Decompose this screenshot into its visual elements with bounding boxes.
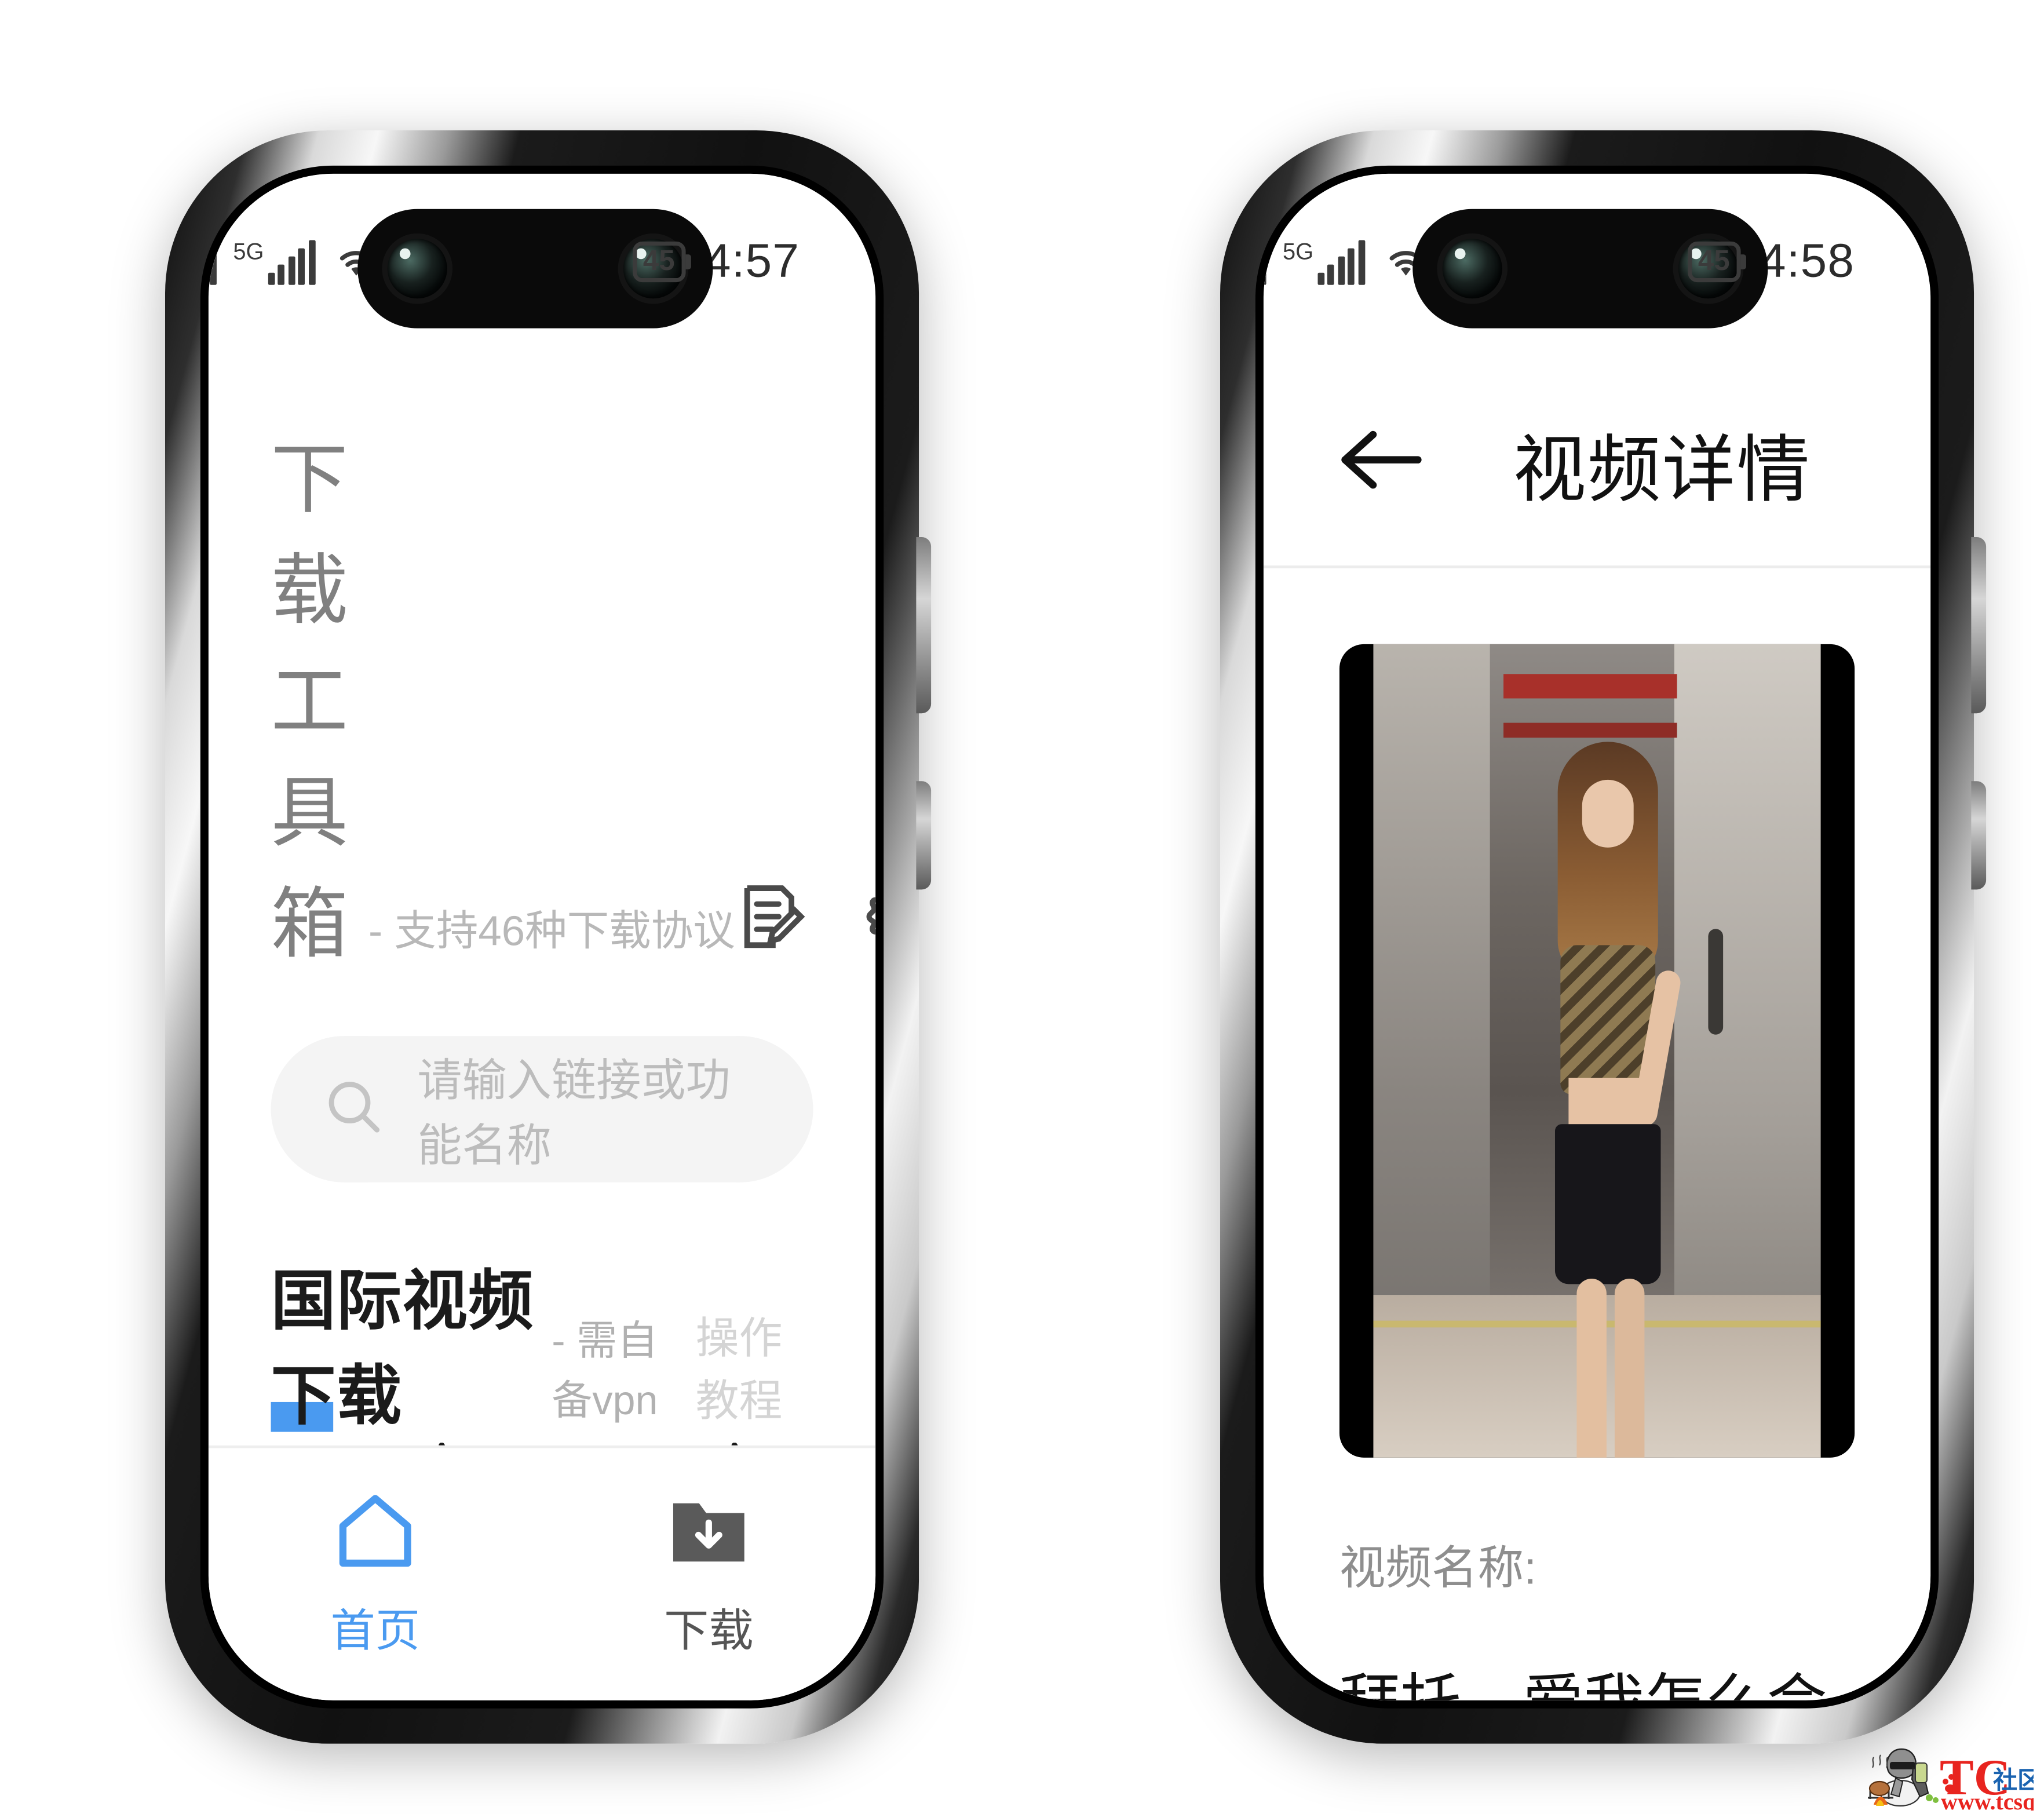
note-edit-icon[interactable] <box>735 878 811 961</box>
scene-pipe <box>1503 673 1677 699</box>
watermark-mascot <box>1868 1748 1939 1807</box>
signal-bars-icon <box>209 239 217 285</box>
phone-right-power-button[interactable] <box>1971 780 1987 890</box>
battery-icon: 45 <box>1687 241 1741 282</box>
tab-label: 首页 <box>330 1604 421 1655</box>
battery-icon: 45 <box>632 241 686 282</box>
camera-lens-icon <box>1442 238 1502 298</box>
scene-door-handle <box>1708 928 1724 1035</box>
tutorial-link[interactable]: 操作教程 <box>696 1304 813 1429</box>
network-gen-2-label: 5G <box>233 238 264 265</box>
app-title: 下载工具箱 <box>271 436 350 968</box>
video-preview[interactable] <box>1339 644 1855 1458</box>
scene-person <box>1520 741 1691 1458</box>
back-arrow-icon[interactable] <box>1339 426 1424 501</box>
app-subtitle: - 支持46种下载协议 <box>368 907 736 955</box>
phone-left: 中国联通 HD 中国电信 HD 4G 5G <box>165 130 932 1744</box>
site-watermark: TC 社区 www.tcsqw.com <box>1860 1700 2044 1814</box>
signal-group-2: 5G <box>1283 238 1366 285</box>
status-bar-right: 中国联通 HD 中国电信 HD 4G 5G <box>1263 174 1930 337</box>
network-gen-2-label: 5G <box>1283 238 1314 265</box>
phone-right-volume-button[interactable] <box>1971 536 1987 713</box>
app-header: 下载工具箱 - 支持46种下载协议 <box>209 336 876 973</box>
screenshot-stage: 中国联通 HD 中国电信 HD 4G 5G <box>0 0 2044 1814</box>
video-detail-page: 视频详情 视频名称: <box>1263 336 1931 1700</box>
status-bar-clock: 4:57 <box>705 234 800 288</box>
download-folder-icon <box>667 1489 751 1577</box>
signal-bars-icon <box>268 239 316 285</box>
phone-left-screen: 中国联通 HD 中国电信 HD 4G 5G <box>209 173 876 1700</box>
detail-header: 视频详情 <box>1263 336 1931 568</box>
phone-right-screen: 中国联通 HD 中国电信 HD 4G 5G <box>1263 173 1931 1700</box>
scene-pipe <box>1503 722 1677 738</box>
status-bar-clock: 4:58 <box>1760 234 1855 288</box>
signal-bars-icon <box>1263 239 1266 285</box>
gear-icon[interactable] <box>860 877 876 962</box>
watermark-brand-text: TC 社区 www.tcsqw.com <box>1940 1750 2044 1814</box>
status-bar-left: 中国联通 HD 中国电信 HD 4G 5G <box>209 174 875 337</box>
home-icon <box>334 1489 418 1577</box>
downloader-app-home: 下载工具箱 - 支持46种下载协议 请输入链接或功能名称 国际视频下载 - 需自… <box>209 336 876 1700</box>
signal-group-1: 4G <box>209 239 217 285</box>
phone-right: 中国联通 HD 中国电信 HD 4G 5G <box>1220 130 1987 1744</box>
signal-bars-icon <box>1317 239 1366 285</box>
camera-lens-icon <box>388 238 448 298</box>
section-title: 国际视频下载 <box>271 1266 534 1433</box>
section-header-international: 国际视频下载 - 需自备vpn 操作教程 <box>271 1247 813 1437</box>
video-name-value: 拜托，爱我怎么会失败#你的女友已上线 <box>1339 1659 1855 1700</box>
search-icon <box>323 1074 385 1143</box>
signal-group-2: 5G <box>233 239 316 285</box>
search-bar[interactable]: 请输入链接或功能名称 <box>271 1035 813 1182</box>
phone-left-power-button[interactable] <box>916 780 932 890</box>
tab-label: 下载 <box>664 1604 754 1655</box>
video-frame-content <box>1373 644 1821 1458</box>
svg-text:www.tcsqw.com: www.tcsqw.com <box>1941 1789 2034 1811</box>
phone-left-volume-button[interactable] <box>916 536 932 713</box>
signal-group-1: 4G <box>1263 239 1266 285</box>
bottom-tab-bar: 首页 下载 <box>209 1445 876 1700</box>
section-subtitle: - 需自备vpn <box>552 1319 659 1424</box>
tab-downloads[interactable]: 下载 <box>542 1489 876 1659</box>
search-input[interactable]: 请输入链接或功能名称 <box>418 1044 762 1174</box>
tab-home[interactable]: 首页 <box>209 1489 542 1659</box>
page-title: 视频详情 <box>1513 429 1812 512</box>
video-name-label: 视频名称: <box>1339 1542 1537 1594</box>
